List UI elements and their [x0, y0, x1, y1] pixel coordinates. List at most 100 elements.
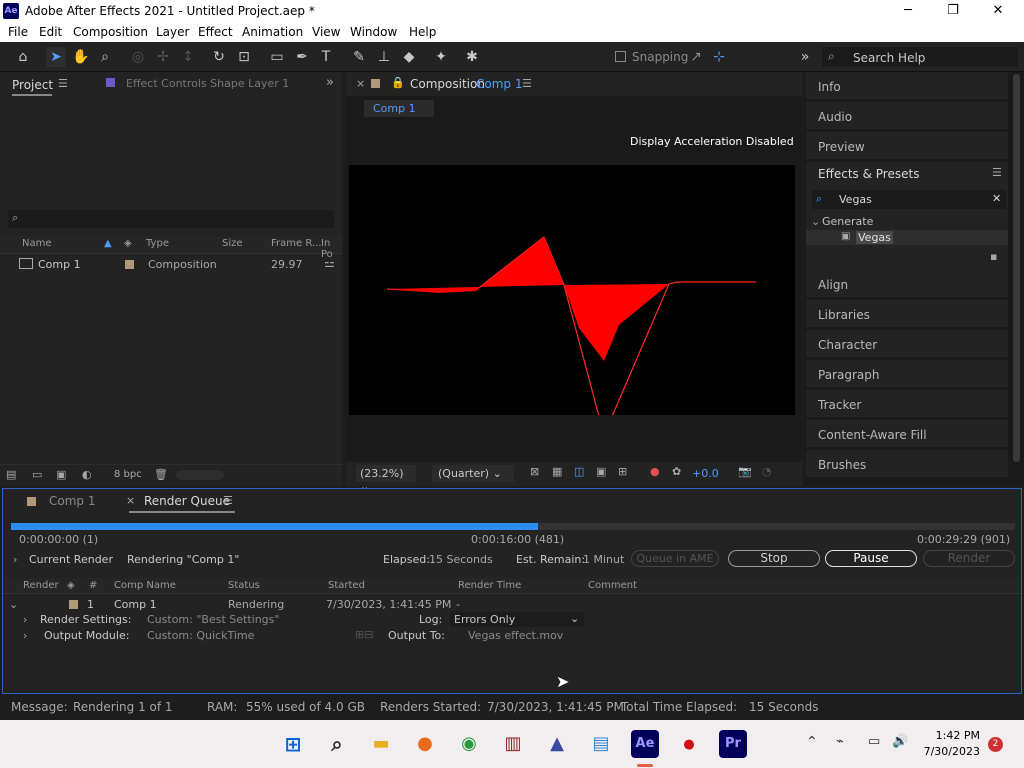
trash-icon[interactable]: 🗑	[154, 468, 168, 481]
search-help-field[interactable]: ⌕ Search Help	[822, 47, 1018, 67]
zoom-tool-icon[interactable]: ⌕	[95, 47, 115, 67]
pen-tool-icon[interactable]: ✒	[292, 47, 312, 67]
panel-menu-icon[interactable]: ☰	[522, 77, 532, 90]
zoom-dropdown[interactable]: (23.2%) ⌄	[356, 465, 416, 493]
comp-viewer[interactable]	[349, 165, 795, 437]
close-button[interactable]: ✕	[980, 2, 1016, 20]
snap-features-icon[interactable]: ⊹	[709, 47, 729, 67]
chevron-down-icon[interactable]: ⌄	[9, 598, 18, 611]
vegas-shape-layer[interactable]	[349, 165, 795, 437]
col-render-time[interactable]: Render Time	[458, 580, 521, 591]
flowchart-icon[interactable]: ⚍	[324, 256, 335, 270]
project-search-input[interactable]: ⌕	[8, 210, 334, 228]
col-started[interactable]: Started	[328, 580, 365, 591]
chevron-down-icon[interactable]: ⌄	[811, 215, 820, 228]
windows-start-icon[interactable]: ⊞	[279, 730, 307, 758]
col-size[interactable]: Size	[222, 238, 243, 249]
chevron-up-icon[interactable]: ⌃	[806, 734, 818, 750]
panel-preview[interactable]: Preview	[806, 132, 1008, 160]
minimize-button[interactable]: ─	[890, 2, 926, 20]
color-management-icon[interactable]: ✿	[672, 465, 681, 478]
roto-brush-tool-icon[interactable]: ✦	[431, 47, 451, 67]
panel-character[interactable]: Character	[806, 330, 1008, 358]
app-triangle-icon[interactable]: ▲	[543, 730, 571, 758]
col-comment[interactable]: Comment	[588, 580, 637, 591]
effects-presets-title[interactable]: Effects & Presets	[818, 167, 919, 181]
col-number[interactable]: #	[89, 580, 97, 591]
menu-file[interactable]: File	[8, 25, 28, 39]
display-icon[interactable]: ▭	[868, 734, 880, 749]
panel-info[interactable]: Info	[806, 72, 1008, 100]
panel-libraries[interactable]: Libraries	[806, 300, 1008, 328]
chrome-icon[interactable]: ◉	[455, 730, 483, 758]
col-frame-rate[interactable]: Frame R...	[271, 238, 321, 249]
bpc-label[interactable]: 8 bpc	[114, 469, 142, 480]
queue-in-ame-button[interactable]: Queue in AME	[631, 550, 719, 567]
output-to-value[interactable]: Vegas effect.mov	[468, 629, 563, 642]
panel-menu-icon[interactable]: ☰	[992, 166, 1002, 179]
sort-asc-icon[interactable]: ▲	[104, 238, 112, 249]
network-icon[interactable]: ⌁	[836, 734, 844, 749]
chevron-right-icon[interactable]: ›	[23, 613, 27, 626]
panel-audio[interactable]: Audio	[806, 102, 1008, 130]
clock-date[interactable]: 7/30/2023	[918, 745, 980, 758]
menu-view[interactable]: View	[312, 25, 340, 39]
show-snapshot-icon[interactable]: ◔	[762, 465, 772, 478]
resolution-dropdown[interactable]: (Quarter) ⌄	[432, 465, 514, 482]
menu-help[interactable]: Help	[409, 25, 436, 39]
comp-viewer-tab[interactable]: Comp 1	[364, 100, 434, 117]
tab-comp[interactable]: Comp 1	[49, 494, 95, 508]
pause-button[interactable]: Pause	[825, 550, 917, 567]
category-generate[interactable]: Generate	[822, 215, 873, 228]
menu-window[interactable]: Window	[350, 25, 397, 39]
right-panels-scrollbar[interactable]	[1013, 74, 1020, 462]
panel-overflow-icon[interactable]: »	[326, 75, 334, 90]
snap-icon[interactable]: ↗	[686, 47, 706, 67]
menu-edit[interactable]: Edit	[39, 25, 62, 39]
new-preset-icon[interactable]: ▪	[990, 250, 997, 263]
workspace-overflow-icon[interactable]: »	[795, 47, 815, 67]
col-render[interactable]: Render	[23, 580, 59, 591]
panel-menu-icon[interactable]: ☰	[58, 77, 68, 90]
new-composition-icon[interactable]: ▣	[56, 468, 66, 481]
clear-search-icon[interactable]: ✕	[992, 192, 1001, 205]
orbit-tool-icon[interactable]: ◎	[128, 47, 148, 67]
grid-guides-icon[interactable]: ⊞	[618, 465, 627, 478]
output-module-value[interactable]: Custom: QuickTime	[147, 629, 254, 642]
winrar-icon[interactable]: ▥	[499, 730, 527, 758]
panel-menu-icon[interactable]: ☰	[223, 494, 233, 507]
close-tab-icon[interactable]: ×	[126, 494, 135, 507]
thumbnail-slider[interactable]	[176, 470, 224, 480]
pan-behind-tool-icon[interactable]: ⊡	[234, 47, 254, 67]
col-type[interactable]: Type	[146, 238, 169, 249]
pan-tool-icon[interactable]: ✢	[153, 47, 173, 67]
log-dropdown[interactable]: Errors Only ⌄	[450, 612, 584, 627]
table-row[interactable]: Comp 1 Composition 29.97 ⚍	[0, 256, 342, 274]
recorder-icon[interactable]: ⏺	[675, 730, 703, 758]
tab-render-queue[interactable]: Render Queue	[144, 494, 230, 508]
rotate-tool-icon[interactable]: ↻	[209, 47, 229, 67]
menu-composition[interactable]: Composition	[73, 25, 148, 39]
brush-tool-icon[interactable]: ✎	[349, 47, 369, 67]
tab-effect-controls[interactable]: Effect Controls Shape Layer 1	[126, 77, 289, 90]
hand-tool-icon[interactable]: ✋	[71, 47, 91, 67]
rectangle-tool-icon[interactable]: ▭	[267, 47, 287, 67]
puppet-tool-icon[interactable]: ✱	[462, 47, 482, 67]
interpret-footage-icon[interactable]: ▤	[6, 468, 16, 481]
panel-paragraph[interactable]: Paragraph	[806, 360, 1008, 388]
dolly-tool-icon[interactable]: ↕	[178, 47, 198, 67]
panel-tracker[interactable]: Tracker	[806, 390, 1008, 418]
transparency-grid-icon[interactable]: ▦	[552, 465, 562, 478]
col-name[interactable]: Name	[22, 238, 52, 249]
panel-brushes[interactable]: Brushes	[806, 450, 1008, 478]
label-tag-icon[interactable]: ◈	[67, 580, 75, 591]
stop-button[interactable]: Stop	[728, 550, 820, 567]
clone-stamp-tool-icon[interactable]: ⊥	[374, 47, 394, 67]
notepad-icon[interactable]: ▤	[587, 730, 615, 758]
render-settings-value[interactable]: Custom: "Best Settings"	[147, 613, 279, 626]
col-comp-name[interactable]: Comp Name	[114, 580, 176, 591]
menu-effect[interactable]: Effect	[198, 25, 233, 39]
add-output-icon[interactable]: ⊞⊟	[355, 628, 373, 641]
color-channels-icon[interactable]: ●	[650, 465, 660, 478]
fast-preview-icon[interactable]: ⊠	[530, 465, 539, 478]
